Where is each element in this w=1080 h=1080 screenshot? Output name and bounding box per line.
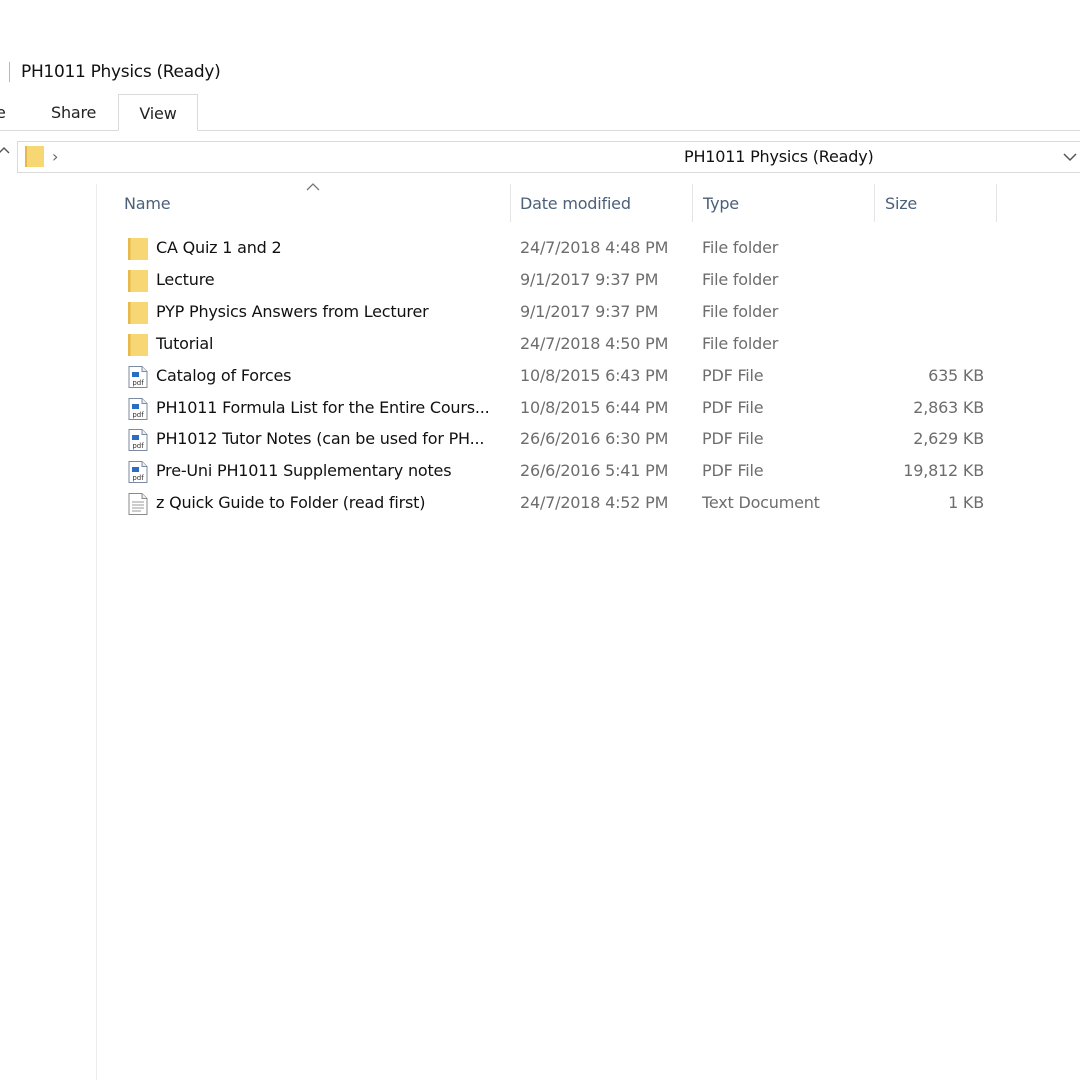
column-separator[interactable]	[874, 184, 875, 222]
pdf-file-icon: pdf	[128, 429, 148, 452]
svg-text:pdf: pdf	[132, 379, 144, 387]
column-header-type[interactable]: Type	[703, 192, 739, 216]
file-name: CA Quiz 1 and 2	[156, 238, 282, 257]
column-separator[interactable]	[692, 184, 693, 222]
file-row[interactable]: pdf PH1012 Tutor Notes (can be used for P…	[120, 423, 990, 455]
file-row[interactable]: z Quick Guide to Folder (read first) 24/7…	[120, 487, 990, 519]
file-date-modified: 24/7/2018 4:50 PM	[520, 333, 669, 353]
file-size: 635 KB	[928, 365, 984, 385]
up-arrow-icon[interactable]	[0, 144, 12, 158]
pdf-file-icon: pdf	[128, 397, 148, 420]
file-name: z Quick Guide to Folder (read first)	[156, 493, 426, 513]
breadcrumb-chevron-icon[interactable]: ›	[52, 146, 58, 168]
file-type: File folder	[702, 269, 779, 289]
tab-file[interactable]: e	[0, 94, 10, 131]
file-date-modified: 9/1/2017 9:37 PM	[520, 269, 659, 289]
file-size: 2,863 KB	[913, 397, 984, 417]
chevron-down-icon[interactable]	[1062, 150, 1078, 164]
file-name: Lecture	[156, 269, 215, 289]
column-separator[interactable]	[996, 184, 997, 222]
file-date-modified: 24/7/2018 4:52 PM	[520, 493, 669, 513]
file-type: File folder	[702, 333, 779, 353]
svg-text:pdf: pdf	[132, 411, 144, 419]
file-name: PYP Physics Answers from Lecturer	[156, 301, 429, 321]
file-row[interactable]: pdf Catalog of Forces 10/8/2015 6:43 PM PDF…	[120, 360, 990, 392]
title-separator	[9, 62, 10, 82]
file-row[interactable]: CA Quiz 1 and 2 24/7/2018 4:48 PM File fol…	[120, 232, 990, 264]
file-size: 19,812 KB	[903, 461, 984, 481]
window-title: PH1011 Physics (Ready)	[21, 62, 221, 82]
file-date-modified: 9/1/2017 9:37 PM	[520, 301, 659, 321]
file-date-modified: 24/7/2018 4:48 PM	[520, 238, 669, 257]
text-file-icon	[128, 493, 148, 516]
file-row[interactable]: Lecture 9/1/2017 9:37 PM File folder	[120, 264, 990, 296]
file-type: PDF File	[702, 397, 764, 417]
pdf-file-icon: pdf	[128, 365, 148, 388]
file-row[interactable]: PYP Physics Answers from Lecturer 9/1/201…	[120, 296, 990, 328]
folder-icon	[25, 146, 44, 167]
svg-text:pdf: pdf	[132, 474, 144, 482]
svg-text:pdf: pdf	[132, 442, 144, 450]
navigation-pane-divider	[96, 184, 97, 1080]
file-type: PDF File	[702, 461, 764, 481]
column-separator[interactable]	[510, 184, 511, 222]
column-header-name[interactable]: Name	[124, 192, 171, 216]
folder-icon	[128, 301, 148, 324]
file-name: Catalog of Forces	[156, 365, 292, 385]
tab-view[interactable]: View	[118, 94, 198, 131]
address-bar[interactable]	[17, 141, 1080, 173]
column-header-date[interactable]: Date modified	[520, 192, 631, 216]
file-date-modified: 26/6/2016 6:30 PM	[520, 429, 669, 449]
file-name: PH1011 Formula List for the Entire Cours…	[156, 397, 490, 417]
file-type: File folder	[702, 301, 779, 321]
file-date-modified: 10/8/2015 6:44 PM	[520, 397, 669, 417]
folder-icon	[128, 333, 148, 356]
folder-icon	[128, 238, 148, 260]
pdf-file-icon: pdf	[128, 461, 148, 484]
file-date-modified: 10/8/2015 6:43 PM	[520, 365, 669, 385]
file-type: File folder	[702, 238, 779, 257]
folder-icon	[128, 269, 148, 292]
file-row[interactable]: pdf PH1011 Formula List for the Entire Co…	[120, 392, 990, 424]
file-type: PDF File	[702, 429, 764, 449]
sort-ascending-icon	[306, 183, 320, 191]
file-name: PH1012 Tutor Notes (can be used for PH..…	[156, 429, 485, 449]
file-type: Text Document	[702, 493, 820, 513]
file-name: Pre-Uni PH1011 Supplementary notes	[156, 461, 452, 481]
file-row[interactable]: Tutorial 24/7/2018 4:50 PM File folder	[120, 328, 990, 360]
file-name: Tutorial	[156, 333, 214, 353]
file-type: PDF File	[702, 365, 764, 385]
file-date-modified: 26/6/2016 5:41 PM	[520, 461, 669, 481]
file-size: 2,629 KB	[913, 429, 984, 449]
tab-share[interactable]: Share	[51, 94, 96, 131]
column-header-size[interactable]: Size	[885, 192, 917, 216]
file-row[interactable]: pdf Pre-Uni PH1011 Supplementary notes 26/…	[120, 455, 990, 487]
breadcrumb-path[interactable]: PH1011 Physics (Ready)	[684, 146, 874, 168]
file-size: 1 KB	[948, 493, 984, 513]
